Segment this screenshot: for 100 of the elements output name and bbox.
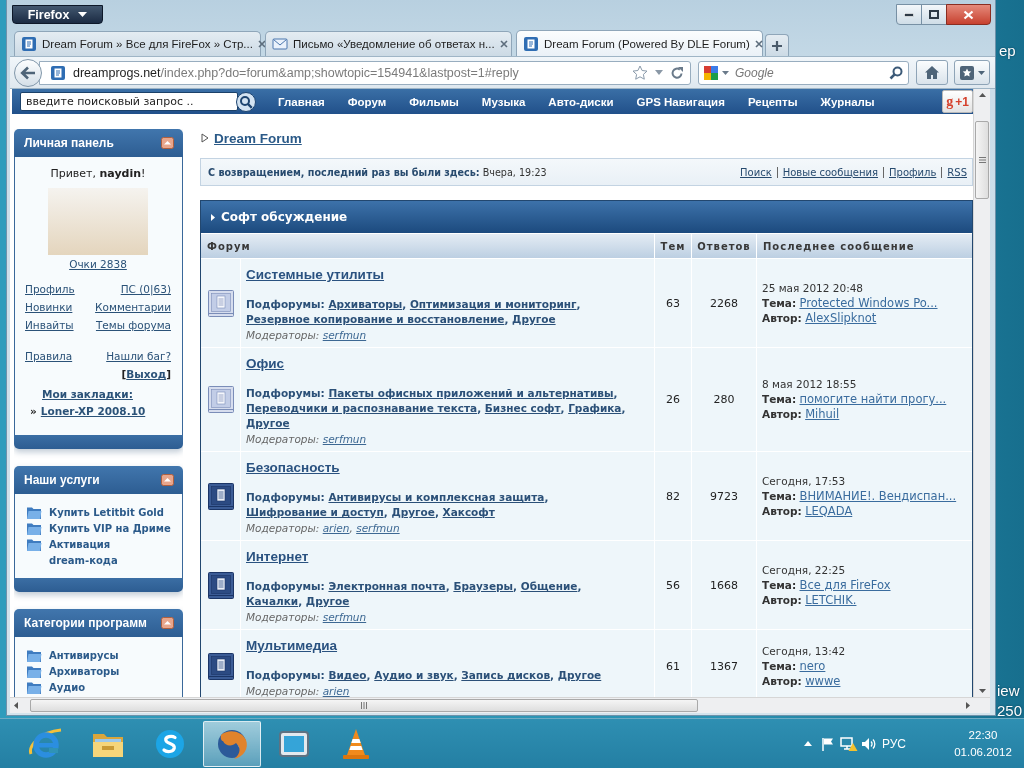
caret-down-icon[interactable]	[722, 70, 729, 75]
welcome-link[interactable]: RSS	[947, 166, 967, 178]
subforum-link[interactable]: Архиваторы	[328, 298, 403, 310]
nav-link[interactable]: Фильмы	[409, 95, 459, 108]
subforum-link[interactable]: Электронная почта	[328, 580, 446, 592]
subforum-link[interactable]: Другое	[512, 313, 556, 325]
minimize-button[interactable]	[896, 4, 922, 25]
forum-title-link[interactable]: Офис	[246, 356, 285, 372]
sidebar-link[interactable]: Темы форума	[95, 319, 171, 331]
sidebar-link[interactable]: ПС (0|63)	[120, 283, 171, 295]
star-icon[interactable]	[632, 65, 648, 80]
close-icon[interactable]	[499, 40, 508, 48]
welcome-link[interactable]: Новые сообщения	[782, 166, 878, 178]
forum-title-link[interactable]: Безопасность	[246, 460, 340, 476]
points-link[interactable]: Очки 2838	[69, 258, 127, 270]
taskbar-button[interactable]	[203, 720, 261, 767]
network-icon[interactable]	[839, 735, 858, 752]
menu-button[interactable]: Firefox	[12, 5, 103, 24]
welcome-link[interactable]: Поиск	[740, 166, 772, 178]
clock-button[interactable]: 22:30 01.06.2012	[952, 726, 1014, 761]
logout-link[interactable]: Выход	[126, 368, 167, 380]
sidebar-link[interactable]: Купить VIP на Дриме	[49, 521, 171, 537]
topic-link[interactable]: помогите найти прогу...	[799, 392, 947, 406]
collapse-icon[interactable]	[161, 137, 174, 149]
back-button[interactable]	[14, 58, 42, 87]
bookmarks-button[interactable]	[954, 60, 990, 85]
author-link[interactable]: LEQADA	[805, 503, 853, 518]
forum-title-link[interactable]: Мультимедиа	[246, 638, 338, 654]
sidebar-link[interactable]: Купить Letitbit Gold	[49, 505, 164, 521]
bookmarks-link[interactable]: Мои закладки:	[42, 388, 133, 400]
reload-icon[interactable]	[670, 65, 684, 80]
author-link[interactable]: wwwe	[805, 674, 841, 688]
scrollbar-thumb[interactable]	[975, 121, 989, 199]
topic-link[interactable]: nero	[799, 659, 826, 673]
subforum-link[interactable]: Хаксофт	[442, 506, 495, 518]
author-link[interactable]: AlexSlipknot	[805, 310, 877, 325]
arrow-left-icon[interactable]	[14, 702, 18, 709]
sidebar-link[interactable]: Архиваторы	[49, 664, 120, 680]
new-tab-button[interactable]	[765, 34, 789, 56]
topic-link[interactable]: Protected Windows Po...	[799, 295, 938, 310]
speaker-icon[interactable]	[860, 736, 877, 751]
sidebar-link[interactable]: Инвайты	[25, 319, 74, 331]
moderator-link[interactable]: serfmun	[322, 611, 367, 623]
nav-link[interactable]: Форум	[347, 95, 387, 108]
site-search-field[interactable]: введите поисковый запрос ..	[20, 92, 238, 111]
subforum-link[interactable]: Антивирусы и комплексная защита	[328, 491, 545, 503]
search-icon[interactable]	[889, 65, 903, 80]
subforum-link[interactable]: Резервное копирование и восстановление	[246, 313, 505, 325]
forum-title-link[interactable]: Системные утилиты	[246, 267, 385, 283]
subforum-link[interactable]: Другое	[305, 595, 350, 607]
subforum-link[interactable]: Другое	[246, 417, 290, 429]
subforum-link[interactable]: Пакеты офисных приложений и альтернативы	[328, 387, 614, 399]
close-button[interactable]	[946, 4, 991, 25]
author-link[interactable]: Mihuil	[805, 407, 840, 421]
nav-link[interactable]: Музыка	[481, 95, 526, 108]
moderator-link[interactable]: arien	[322, 685, 350, 697]
sidebar-link[interactable]: Комментарии	[95, 301, 171, 313]
subforum-link[interactable]: Графика	[568, 402, 622, 414]
scrollbar-thumb[interactable]	[30, 699, 698, 712]
subforum-link[interactable]: Бизнес софт	[484, 402, 561, 414]
moderator-link[interactable]: serfmun	[356, 522, 400, 534]
nav-link[interactable]: Авто-диски	[548, 95, 614, 108]
nav-link[interactable]: Журналы	[820, 95, 875, 108]
author-link[interactable]: LETCHIK.	[805, 592, 857, 607]
moderator-link[interactable]: serfmun	[322, 329, 367, 341]
nav-link[interactable]: Рецепты	[747, 95, 798, 108]
subforum-link[interactable]: Аудио и звук	[374, 669, 454, 681]
sidebar-link[interactable]: Аудио	[49, 680, 86, 696]
subforum-link[interactable]: Качалки	[246, 595, 299, 607]
moderator-link[interactable]: serfmun	[322, 433, 367, 445]
plus-one-button[interactable]: g+1	[942, 90, 973, 113]
collapse-icon[interactable]	[161, 474, 174, 486]
vertical-scrollbar[interactable]	[973, 89, 990, 697]
sidebar-link[interactable]: Новинки	[25, 301, 73, 313]
topic-link[interactable]: Все для FireFox	[799, 577, 891, 592]
sidebar-link[interactable]: Нашли баг?	[106, 350, 171, 362]
subforum-link[interactable]: Переводчики и распознавание текста	[246, 402, 478, 414]
subforum-link[interactable]: Видео	[328, 669, 367, 681]
subforum-link[interactable]: Оптимизация и мониторинг	[409, 298, 577, 310]
sidebar-link[interactable]: Правила	[25, 350, 73, 362]
sidebar-link[interactable]: Антивирусы	[49, 648, 119, 664]
nav-link[interactable]: Главная	[278, 95, 325, 108]
subforum-link[interactable]: Общение	[520, 580, 578, 592]
breadcrumb-link[interactable]: Dream Forum	[214, 130, 302, 146]
close-icon[interactable]	[754, 39, 763, 48]
arrow-down-icon[interactable]	[978, 689, 986, 693]
bookmark-link[interactable]: Loner-XP 2008.10	[40, 403, 146, 420]
arrow-right-icon[interactable]	[966, 702, 970, 709]
welcome-link[interactable]: Профиль	[889, 166, 937, 178]
subforum-link[interactable]: Браузеры	[453, 580, 514, 592]
search-field[interactable]: Google	[698, 60, 909, 85]
browser-tab[interactable]: Письмо «Уведомление об ответах н...	[265, 31, 512, 56]
close-icon[interactable]	[257, 40, 266, 48]
search-icon[interactable]	[236, 91, 256, 112]
tile-logo-icon[interactable]	[703, 64, 719, 81]
horizontal-scrollbar[interactable]	[10, 697, 990, 713]
flag-icon[interactable]	[820, 736, 835, 751]
home-button[interactable]	[916, 60, 948, 85]
browser-tab[interactable]: Dream Forum (Powered By DLE Forum)	[516, 30, 763, 56]
caret-down-icon[interactable]	[655, 70, 663, 75]
